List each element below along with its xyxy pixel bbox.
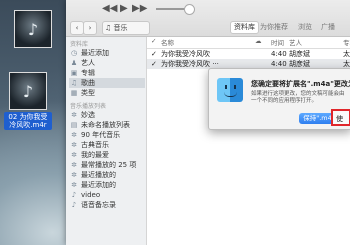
sidebar-item-recently-played[interactable]: ✲ 最近播放的 [69,170,145,180]
clock-icon: ◷ [70,49,78,57]
sidebar-item-recent[interactable]: ◷ 最近添加 [69,48,145,58]
sidebar-item-label: 我的最爱 [81,151,109,159]
row-name: 为你我受冷风吹 [161,50,210,58]
sidebar-item-label: 语音备忘录 [81,201,116,209]
desktop-file-icon-2[interactable]: ♪ 02 为你我受冷风吹.m4r [4,72,52,130]
sidebar-item-albums[interactable]: ▣ 专辑 [69,68,145,78]
desktop-file-caption [31,50,35,52]
sidebar-item-label: 90 年代音乐 [81,131,121,139]
nav-row: ‹ › ♫ 音乐 资料库 为你推荐 浏览 广播 [66,19,350,36]
dialog-message: 如果进行这项更改，您的文稿可能会由一个不同的应用程序打开。 [251,91,345,104]
tab-browse[interactable]: 浏览 [298,22,312,32]
sidebar-item-label: 未命名播放列表 [81,121,130,129]
sidebar-item-90s[interactable]: ✲ 90 年代音乐 [69,130,145,140]
sidebar-item-label: 专辑 [81,69,95,77]
genre-icon: ▦ [70,89,78,97]
row-check[interactable]: ✓ [151,59,157,69]
volume-knob[interactable] [184,4,195,15]
row-album: 太 [343,50,350,58]
column-name[interactable]: 名称 [161,37,174,47]
next-track-button[interactable]: ▶▶ [132,3,147,14]
rename-extension-dialog: 您确定要将扩展名".m4a"更改为".m4r"吗？ 如果进行这项更改，您的文稿可… [208,68,350,130]
album-art-icon: ♪ [9,72,47,110]
sidebar-item-recently-added[interactable]: ✲ 最近添加的 [69,180,145,190]
music-note-icon: ♫ [70,79,78,87]
sidebar-item-genius[interactable]: ✲ 妙选 [69,110,145,120]
cloud-icon[interactable]: ☁ [255,37,262,45]
back-icon[interactable]: ‹ [70,21,84,35]
table-row[interactable]: ✓ 为你我受冷风吹 4:40 胡彦斌 太 [147,49,350,59]
album-icon: ▣ [70,69,78,77]
column-artist[interactable]: 艺人 [289,37,302,47]
sidebar-item-top-25[interactable]: ✲ 最常播放的 25 项 [69,160,145,170]
playlist-section-title: 音乐播放列表 [70,103,107,110]
sidebar-item-label: video [81,191,101,199]
sidebar-item-label: 类型 [81,89,95,97]
toolbar: ◀◀ ▶ ▶▶ ‹ › ♫ 音乐 资料库 为你推荐 浏览 广播 [66,0,350,37]
sidebar-item-untitled-playlist[interactable]: ▤ 未命名播放列表 [69,120,145,130]
tab-for-you[interactable]: 为你推荐 [260,22,288,32]
sidebar-item-artists[interactable]: ♟ 艺人 [69,58,145,68]
gear-icon: ✲ [71,151,77,159]
row-artist: 胡彦斌 [289,50,310,58]
forward-icon[interactable]: › [83,21,97,35]
sidebar-item-label: 古典音乐 [81,141,109,149]
table-header: ✓ 名称 ☁ 时间 艺人 专辑 [147,37,350,49]
sidebar-item-label: 艺人 [81,59,95,67]
gear-icon: ✲ [71,181,77,189]
tab-radio[interactable]: 广播 [321,22,335,32]
finder-icon [217,78,243,102]
column-time[interactable]: 时间 [271,37,284,47]
sidebar-item-songs[interactable]: ♫ 歌曲 [69,78,145,88]
sidebar-item-label: 最常播放的 25 项 [81,161,137,169]
dialog-title: 您确定要将扩展名".m4a"更改为".m4r"吗？ [251,80,350,88]
sidebar-item-video[interactable]: ♪ video [69,190,145,200]
row-check[interactable]: ✓ [151,49,157,59]
use-extension-button[interactable]: 使 [331,109,350,126]
sidebar-item-favorites[interactable]: ✲ 我的最爱 [69,150,145,160]
sidebar-item-label: 最近播放的 [81,171,116,179]
gear-icon: ✲ [71,141,77,149]
sidebar-item-voice-memos[interactable]: ♪ 语音备忘录 [69,200,145,210]
library-section-title: 资料库 [70,41,89,48]
row-time: 4:40 [271,50,287,58]
gear-icon: ✲ [71,111,77,119]
sidebar-item-classical[interactable]: ✲ 古典音乐 [69,140,145,150]
album-art-icon: ♪ [14,10,52,48]
gear-icon: ✲ [71,131,77,139]
sidebar-item-label: 歌曲 [81,79,95,87]
playlist-icon: ▤ [70,121,78,129]
tab-library[interactable]: 资料库 [230,21,259,34]
sidebar-item-genres[interactable]: ▦ 类型 [69,88,145,98]
column-check[interactable]: ✓ [151,37,156,45]
music-note-icon: ♪ [71,201,77,209]
music-note-icon: ♪ [71,191,77,199]
previous-track-button[interactable]: ◀◀ [102,3,117,14]
sidebar-item-label: 妙选 [81,111,95,119]
column-album[interactable]: 专辑 [343,37,350,47]
desktop-file-icon-1[interactable]: ♪ [14,10,52,52]
sidebar-item-label: 最近添加 [81,49,109,57]
gear-icon: ✲ [71,161,77,169]
artist-icon: ♟ [70,59,78,67]
desktop-file-caption: 02 为你我受冷风吹.m4r [4,112,52,130]
sidebar: 资料库 ◷ 最近添加 ♟ 艺人 ▣ 专辑 ♫ 歌曲 ▦ 类型 音乐播放列表 ✲ 妙选 ▤ 未命… [66,37,147,245]
gear-icon: ✲ [71,171,77,179]
sidebar-item-label: 最近添加的 [81,181,116,189]
media-category-select[interactable]: ♫ 音乐 [102,21,150,35]
play-button[interactable]: ▶ [120,3,128,14]
